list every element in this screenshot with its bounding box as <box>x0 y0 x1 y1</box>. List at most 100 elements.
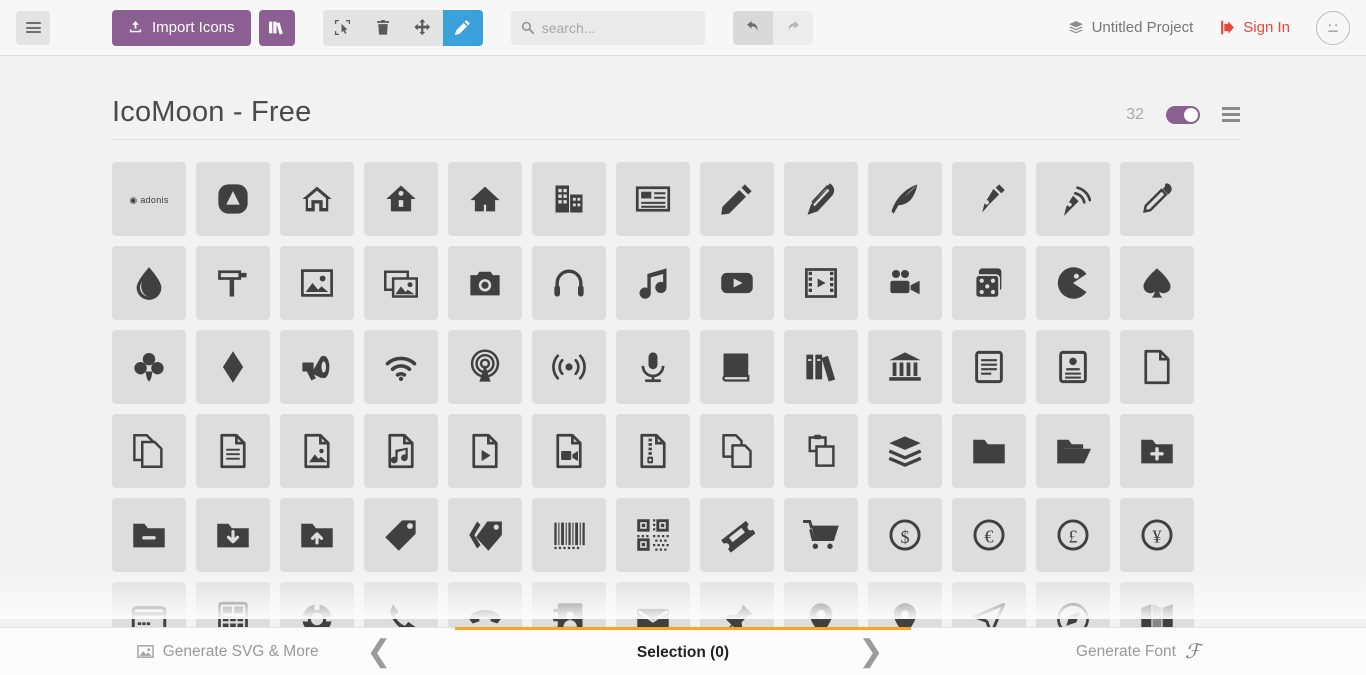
qrcode-icon <box>635 517 671 553</box>
icon-cell[interactable] <box>532 498 606 572</box>
icon-cell[interactable] <box>700 246 774 320</box>
icon-cell[interactable] <box>1036 414 1110 488</box>
icon-cell[interactable]: $ <box>868 498 942 572</box>
icon-cell[interactable]: £ <box>1036 498 1110 572</box>
icon-cell[interactable] <box>700 162 774 236</box>
sign-in-button[interactable]: Sign In <box>1219 19 1290 36</box>
price-tag-icon <box>383 517 419 553</box>
icon-cell[interactable] <box>280 246 354 320</box>
icon-cell[interactable] <box>1120 162 1194 236</box>
icon-cell[interactable] <box>700 330 774 404</box>
search-input[interactable] <box>541 19 695 36</box>
icon-cell[interactable] <box>1036 330 1110 404</box>
icon-cell[interactable] <box>112 498 186 572</box>
icon-cell[interactable] <box>616 330 690 404</box>
icon-cell[interactable] <box>1036 246 1110 320</box>
icon-cell[interactable] <box>616 246 690 320</box>
icon-cell[interactable] <box>364 330 438 404</box>
prev-tab-chevron[interactable]: ❮ <box>366 628 392 675</box>
icon-cell[interactable] <box>532 414 606 488</box>
icon-cell[interactable] <box>868 162 942 236</box>
icon-cell[interactable] <box>532 162 606 236</box>
book-icon <box>719 349 755 385</box>
icon-cell[interactable] <box>196 330 270 404</box>
icon-cell[interactable] <box>532 246 606 320</box>
icon-cell[interactable] <box>616 414 690 488</box>
search-box[interactable] <box>510 10 705 45</box>
icon-cell[interactable] <box>448 162 522 236</box>
icon-cell[interactable] <box>868 246 942 320</box>
icon-cell[interactable] <box>364 414 438 488</box>
icon-cell[interactable] <box>784 246 858 320</box>
icon-cell[interactable] <box>448 414 522 488</box>
trash-icon <box>376 19 389 35</box>
icon-cell[interactable] <box>868 330 942 404</box>
tab-generate-font[interactable]: Generate Font ℱ <box>911 628 1366 675</box>
user-avatar[interactable] <box>1316 10 1350 45</box>
icon-cell[interactable] <box>196 246 270 320</box>
icon-cell[interactable] <box>952 414 1026 488</box>
icon-cell[interactable] <box>1120 330 1194 404</box>
app-menu-button[interactable] <box>16 10 50 45</box>
icon-cell[interactable] <box>196 414 270 488</box>
redo-button[interactable] <box>772 10 813 45</box>
undo-button[interactable] <box>732 10 773 45</box>
icon-cell[interactable]: ◉ adonis <box>112 162 186 236</box>
icon-cell[interactable] <box>1120 246 1194 320</box>
icon-cell[interactable] <box>1120 414 1194 488</box>
project-button[interactable]: Untitled Project <box>1068 19 1193 36</box>
edit-tool-button[interactable] <box>442 9 483 46</box>
icon-cell[interactable] <box>196 498 270 572</box>
set-visibility-toggle[interactable] <box>1166 105 1200 124</box>
icon-cell[interactable] <box>1036 162 1110 236</box>
icon-cell[interactable] <box>868 414 942 488</box>
icon-cell[interactable] <box>616 498 690 572</box>
blog-icon <box>1055 181 1091 217</box>
icon-cell[interactable] <box>112 330 186 404</box>
icon-cell[interactable] <box>784 162 858 236</box>
paste-icon <box>803 433 839 469</box>
icon-cell[interactable] <box>700 414 774 488</box>
toolbar-right-group: Untitled Project Sign In <box>1068 10 1350 45</box>
icon-cell[interactable] <box>784 498 858 572</box>
icon-cell[interactable] <box>616 162 690 236</box>
stack-layers-icon <box>1068 20 1083 33</box>
set-menu-button[interactable] <box>1222 104 1240 125</box>
icon-cell[interactable] <box>784 330 858 404</box>
pencil-icon <box>719 181 755 217</box>
icon-cell[interactable] <box>364 162 438 236</box>
icon-cell[interactable] <box>532 330 606 404</box>
icon-library-button[interactable] <box>258 9 295 46</box>
icon-cell[interactable] <box>952 246 1026 320</box>
next-tab-chevron[interactable]: ❯ <box>858 628 884 675</box>
icon-cell[interactable] <box>112 246 186 320</box>
icon-cell[interactable] <box>448 246 522 320</box>
icon-cell[interactable] <box>448 330 522 404</box>
feed-icon <box>551 349 587 385</box>
icon-cell[interactable] <box>280 498 354 572</box>
video-camera-icon <box>887 265 923 301</box>
delete-tool-button[interactable] <box>362 9 403 46</box>
icon-cell[interactable] <box>784 414 858 488</box>
icon-cell[interactable]: € <box>952 498 1026 572</box>
pencil-icon <box>454 20 470 36</box>
icon-cell[interactable]: ¥ <box>1120 498 1194 572</box>
icon-cell[interactable] <box>952 162 1026 236</box>
icon-cell[interactable] <box>112 414 186 488</box>
icon-cell[interactable] <box>280 162 354 236</box>
icon-cell[interactable] <box>196 162 270 236</box>
icon-cell[interactable] <box>448 498 522 572</box>
icomoon-logo-icon <box>215 181 251 217</box>
import-icons-button[interactable]: Import Icons <box>112 9 251 46</box>
icon-cell[interactable] <box>364 498 438 572</box>
icon-cell[interactable] <box>280 414 354 488</box>
tab-selection[interactable]: Selection (0) <box>455 627 911 675</box>
select-tool-button[interactable] <box>322 9 363 46</box>
clubs-icon <box>131 349 167 385</box>
svg-text:¥: ¥ <box>1153 526 1162 546</box>
icon-cell[interactable] <box>952 330 1026 404</box>
icon-cell[interactable] <box>280 330 354 404</box>
move-tool-button[interactable] <box>402 9 443 46</box>
icon-cell[interactable] <box>700 498 774 572</box>
icon-cell[interactable] <box>364 246 438 320</box>
